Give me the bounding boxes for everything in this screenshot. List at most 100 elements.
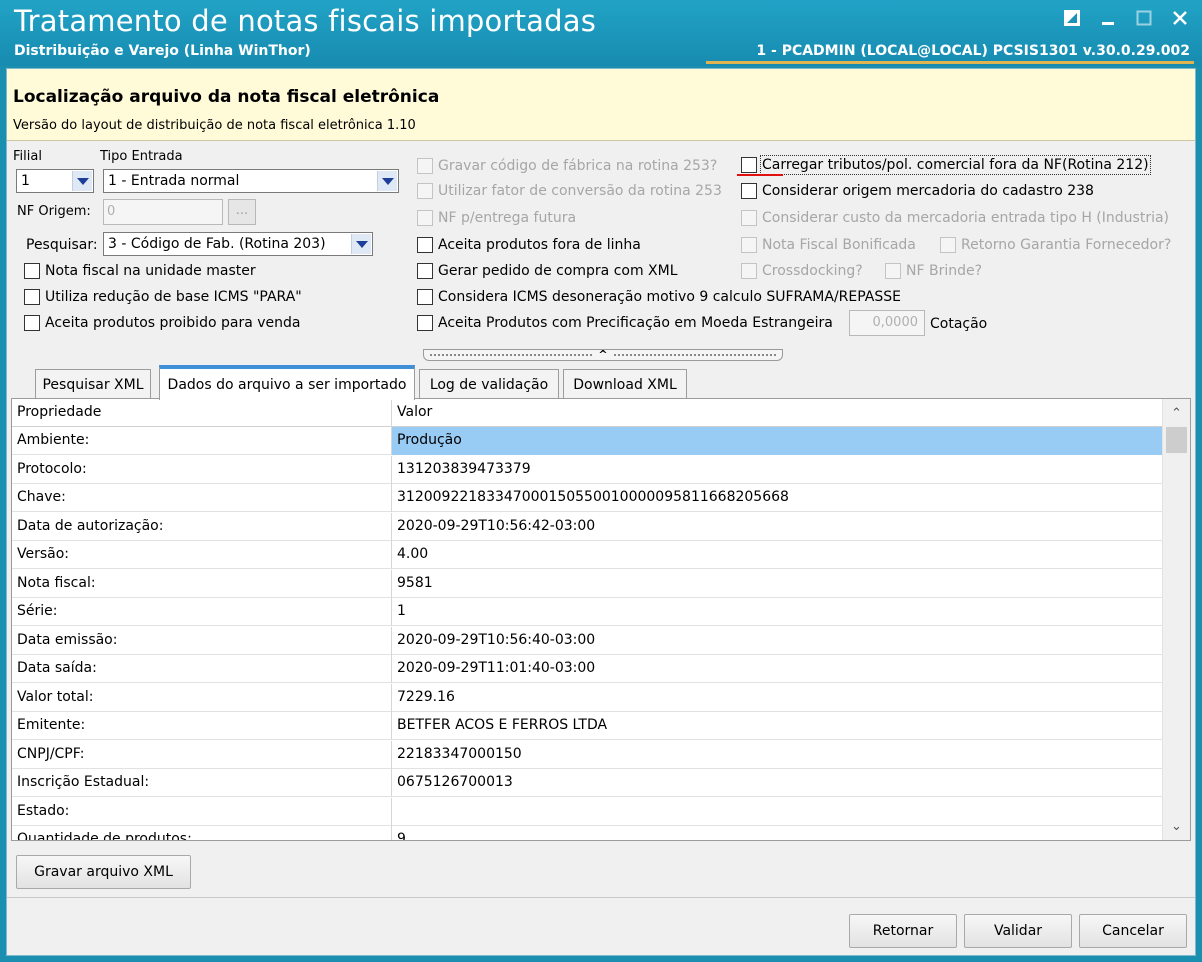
gravar-codigo-checkbox[interactable]: Gravar código de fábrica na rotina 253? bbox=[417, 158, 717, 174]
filial-select[interactable]: 1 bbox=[16, 169, 94, 193]
minimize-icon[interactable] bbox=[1096, 6, 1120, 30]
window-controls bbox=[1060, 6, 1192, 30]
value-cell: 0675126700013 bbox=[397, 774, 513, 790]
table-row[interactable]: Data emissão: 2020-09-29T10:56:40-03:00 bbox=[12, 626, 1162, 655]
nf-origem-input[interactable]: 0 bbox=[103, 199, 223, 225]
property-cell: Data saída: bbox=[12, 655, 392, 683]
tipo-entrada-select[interactable]: 1 - Entrada normal bbox=[103, 169, 399, 193]
nf-brinde-checkbox[interactable]: NF Brinde? bbox=[885, 263, 982, 279]
reducao-icms-checkbox[interactable]: Utiliza redução de base ICMS "PARA" bbox=[24, 289, 302, 305]
gravar-xml-button[interactable]: Gravar arquivo XML bbox=[16, 855, 191, 889]
retorno-garantia-checkbox[interactable]: Retorno Garantia Fornecedor? bbox=[940, 237, 1171, 253]
title-bar[interactable]: Tratamento de notas fiscais importadas D… bbox=[0, 0, 1202, 66]
cotacao-input[interactable]: 0,0000 bbox=[849, 310, 925, 336]
vertical-scrollbar[interactable]: ⌃ ⌄ bbox=[1162, 399, 1190, 840]
moeda-estrangeira-checkbox[interactable]: Aceita Produtos com Precificação em Moed… bbox=[417, 315, 833, 331]
value-cell: 22183347000150 bbox=[397, 745, 522, 762]
value-cell bbox=[392, 798, 1162, 826]
scroll-thumb[interactable] bbox=[1166, 427, 1187, 453]
icms-desoneracao-checkbox[interactable]: Considera ICMS desoneração motivo 9 calc… bbox=[417, 289, 901, 305]
value-cell: 9581 bbox=[397, 574, 433, 591]
user-info: 1 - PCADMIN (LOCAL@LOCAL) PCSIS1301 v.30… bbox=[756, 43, 1190, 59]
nota-master-checkbox[interactable]: Nota fiscal na unidade master bbox=[24, 263, 256, 279]
value-cell: 2020-09-29T10:56:40-03:00 bbox=[397, 631, 596, 648]
tab-log-validacao[interactable]: Log de validação bbox=[419, 369, 559, 399]
table-row[interactable]: Valor total: 7229.16 bbox=[12, 683, 1162, 712]
validar-button[interactable]: Validar bbox=[964, 914, 1072, 948]
footer-divider bbox=[7, 897, 1195, 898]
column-header-valor[interactable]: Valor bbox=[392, 399, 1162, 427]
property-cell: Valor total: bbox=[12, 683, 392, 712]
chevron-down-icon[interactable] bbox=[72, 171, 92, 191]
tipo-entrada-label: Tipo Entrada bbox=[100, 149, 183, 164]
header-band: Localização arquivo da nota fiscal eletr… bbox=[7, 69, 1195, 141]
value-cell: 7229.16 bbox=[397, 688, 455, 705]
retornar-button[interactable]: Retornar bbox=[849, 914, 957, 948]
chevron-down-icon[interactable] bbox=[351, 234, 371, 254]
property-cell: Nota fiscal: bbox=[12, 569, 392, 598]
table-row[interactable]: Chave: 3120092218334700015055001000009581… bbox=[12, 484, 1162, 512]
filial-value: 1 bbox=[21, 173, 30, 189]
tab-pesquisar-xml[interactable]: Pesquisar XML bbox=[35, 369, 151, 399]
tipo-entrada-value: 1 - Entrada normal bbox=[108, 173, 240, 189]
table-row[interactable]: Quantidade de produtos: 9 bbox=[12, 826, 1162, 841]
column-header-propriedade[interactable]: Propriedade bbox=[12, 399, 392, 427]
pedido-compra-checkbox[interactable]: Gerar pedido de compra com XML bbox=[417, 263, 678, 279]
pesquisar-select[interactable]: 3 - Código de Fab. (Rotina 203) bbox=[103, 232, 373, 256]
table-row[interactable]: Estado: bbox=[12, 797, 1162, 826]
value-cell: 1 bbox=[397, 603, 406, 619]
fator-conversao-checkbox[interactable]: Utilizar fator de conversão da rotina 25… bbox=[417, 183, 722, 199]
custo-tipo-h-checkbox[interactable]: Considerar custo da mercadoria entrada t… bbox=[741, 210, 1169, 226]
header-subtitle: Versão do layout de distribuição de nota… bbox=[13, 118, 416, 133]
property-cell: Quantidade de produtos: bbox=[12, 826, 392, 840]
table-row[interactable]: Data de autorização: 2020-09-29T10:56:42-… bbox=[12, 512, 1162, 541]
table-row[interactable]: Nota fiscal: 9581 bbox=[12, 569, 1162, 598]
table-row[interactable]: Emitente: BETFER ACOS E FERROS LTDA bbox=[12, 712, 1162, 740]
scroll-up-icon[interactable]: ⌃ bbox=[1163, 401, 1190, 425]
table-row[interactable]: Série: 1 bbox=[12, 598, 1162, 626]
table-row[interactable]: Ambiente: Produção bbox=[12, 427, 1162, 455]
filial-label: Filial bbox=[13, 149, 42, 164]
table-row[interactable]: Inscrição Estadual: 0675126700013 bbox=[12, 769, 1162, 797]
fora-linha-checkbox[interactable]: Aceita produtos fora de linha bbox=[417, 237, 641, 253]
header-title: Localização arquivo da nota fiscal eletr… bbox=[13, 87, 440, 107]
carregar-tributos-checkbox[interactable]: Carregar tributos/pol. comercial fora da… bbox=[741, 155, 1151, 175]
main-window: Localização arquivo da nota fiscal eletr… bbox=[6, 68, 1196, 956]
window-subtitle: Distribuição e Varejo (Linha WinThor) bbox=[14, 43, 311, 59]
crossdocking-checkbox[interactable]: Crossdocking? bbox=[741, 263, 863, 279]
tab-dados-arquivo[interactable]: Dados do arquivo a ser importado bbox=[159, 365, 415, 400]
property-cell: Versão: bbox=[12, 541, 392, 569]
property-cell: Protocolo: bbox=[12, 455, 392, 484]
value-cell: BETFER ACOS E FERROS LTDA bbox=[397, 717, 608, 733]
bonificada-checkbox[interactable]: Nota Fiscal Bonificada bbox=[741, 237, 916, 253]
value-cell: 2020-09-29T10:56:42-03:00 bbox=[397, 517, 596, 534]
restore-icon[interactable] bbox=[1060, 6, 1084, 30]
table-row[interactable]: Data saída: 2020-09-29T11:01:40-03:00 bbox=[12, 655, 1162, 683]
window-title: Tratamento de notas fiscais importadas bbox=[14, 4, 597, 38]
property-cell: Chave: bbox=[12, 484, 392, 512]
nf-origem-lookup-button[interactable]: ... bbox=[228, 199, 256, 225]
pesquisar-value: 3 - Código de Fab. (Rotina 203) bbox=[108, 236, 326, 252]
value-cell: 3120092218334700015055001000009581166820… bbox=[397, 489, 789, 505]
value-cell: 2020-09-29T11:01:40-03:00 bbox=[397, 660, 596, 676]
chevron-up-icon: ^ bbox=[598, 348, 608, 361]
properties-grid[interactable]: Propriedade Valor Ambiente: Produção Proto… bbox=[11, 398, 1191, 841]
collapse-splitter[interactable]: ^ bbox=[423, 349, 783, 361]
table-row[interactable]: CNPJ/CPF: 22183347000150 bbox=[12, 740, 1162, 769]
chevron-down-icon[interactable] bbox=[377, 171, 397, 191]
maximize-icon[interactable] bbox=[1132, 6, 1156, 30]
table-row[interactable]: Versão: 4.00 bbox=[12, 541, 1162, 569]
entrega-futura-checkbox[interactable]: NF p/entrega futura bbox=[417, 210, 576, 226]
origem-mercadoria-checkbox[interactable]: Considerar origem mercadoria do cadastro… bbox=[741, 183, 1094, 199]
value-cell: 4.00 bbox=[397, 546, 429, 562]
property-cell: Data emissão: bbox=[12, 626, 392, 655]
value-cell: 9 bbox=[397, 831, 406, 841]
property-cell: Série: bbox=[12, 598, 392, 626]
proibido-venda-checkbox[interactable]: Aceita produtos proibido para venda bbox=[24, 315, 300, 331]
tab-download-xml[interactable]: Download XML bbox=[563, 369, 687, 399]
cancelar-button[interactable]: Cancelar bbox=[1079, 914, 1187, 948]
table-row[interactable]: Protocolo: 131203839473379 bbox=[12, 455, 1162, 484]
value-cell: Produção bbox=[392, 427, 1162, 455]
scroll-down-icon[interactable]: ⌄ bbox=[1163, 814, 1190, 838]
close-icon[interactable] bbox=[1168, 6, 1192, 30]
